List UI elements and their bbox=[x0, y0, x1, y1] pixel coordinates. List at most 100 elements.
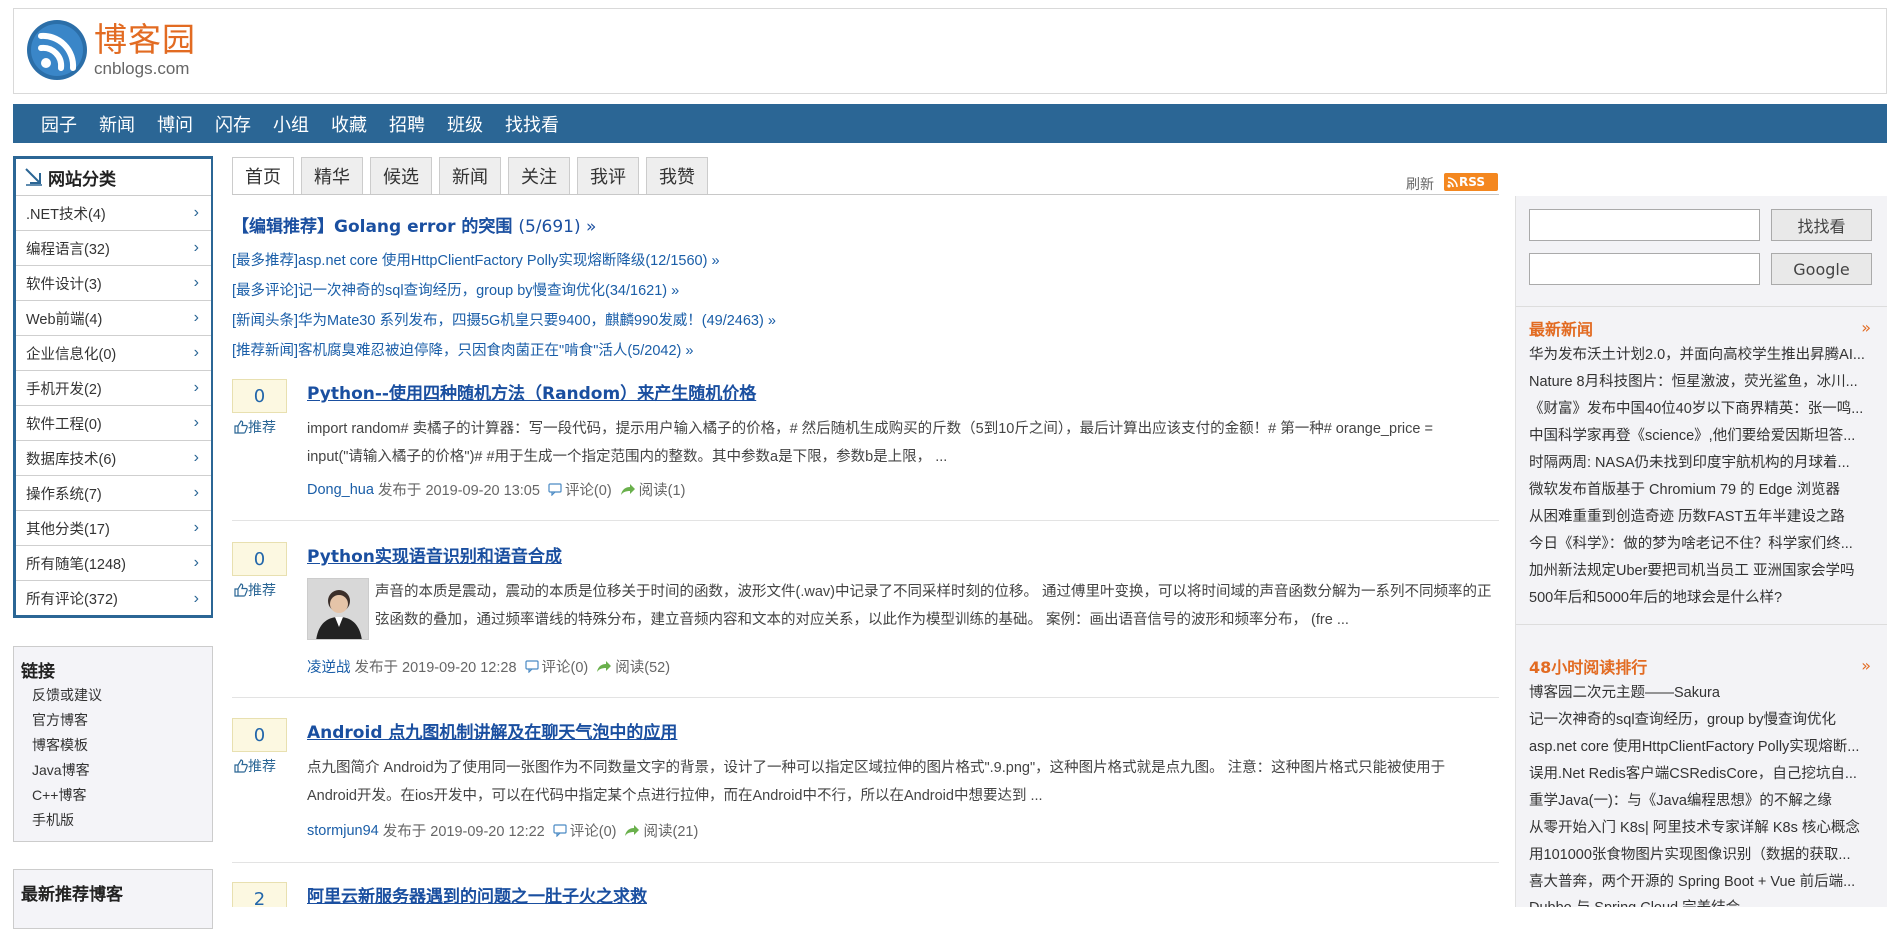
category-item[interactable]: 企业信息化(0) › bbox=[16, 336, 211, 371]
nav-item-favorites[interactable]: 收藏 bbox=[331, 111, 367, 137]
post-title[interactable]: 阿里云新服务器遇到的问题之一肚子火之求救 bbox=[307, 882, 647, 907]
category-item[interactable]: 软件设计(3) › bbox=[16, 266, 211, 301]
pick-link[interactable]: [推荐新闻]客机腐臭难忍被迫停降，只因食肉菌正在"啃食"活人(5/2042) » bbox=[232, 339, 693, 360]
category-item[interactable]: Web前端(4) › bbox=[16, 301, 211, 336]
post-author[interactable]: Dong_hua bbox=[307, 482, 374, 498]
recommend-button[interactable]: 推荐 bbox=[232, 417, 287, 437]
links-panel: 链接 反馈或建议 官方博客 博客模板 Java博客 C++博客 手机版 bbox=[13, 646, 213, 842]
category-item[interactable]: 所有随笔(1248) › bbox=[16, 546, 211, 581]
pick-link[interactable]: [新闻头条]华为Mate30 系列发布，四摄5G机皇只要9400，麒麟990发威… bbox=[232, 309, 776, 330]
comment-link[interactable]: 评论(0) bbox=[548, 479, 612, 500]
nav-item-flash[interactable]: 闪存 bbox=[215, 111, 251, 137]
category-item[interactable]: 操作系统(7) › bbox=[16, 476, 211, 511]
news-item[interactable]: 加州新法规定Uber要把司机当员工 亚洲国家会学吗 bbox=[1529, 559, 1874, 580]
chevron-right-icon: › bbox=[193, 379, 199, 396]
recommend-button[interactable]: 推荐 bbox=[232, 756, 287, 776]
link-item[interactable]: 博客模板 bbox=[14, 733, 212, 758]
read-link[interactable]: 阅读(21) bbox=[624, 820, 698, 841]
chevron-right-icon: › bbox=[193, 204, 199, 221]
tab-following[interactable]: 关注 bbox=[508, 157, 570, 194]
category-item[interactable]: 所有评论(372) › bbox=[16, 581, 211, 616]
pick-link[interactable]: [最多评论]记一次神奇的sql查询经历，group by慢查询优化(34/162… bbox=[232, 279, 679, 300]
tab-featured[interactable]: 精华 bbox=[301, 157, 363, 194]
editor-pick-headline[interactable]: 【编辑推荐】Golang error 的突围 (5/691) » bbox=[232, 212, 596, 237]
link-item[interactable]: 官方博客 bbox=[14, 708, 212, 733]
pick-link[interactable]: [最多推荐]asp.net core 使用HttpClientFactory P… bbox=[232, 249, 720, 270]
news-item[interactable]: 华为发布沃土计划2.0，并面向高校学生推出昇腾AI... bbox=[1529, 343, 1874, 364]
read-link[interactable]: 阅读(1) bbox=[620, 479, 686, 500]
site-search-button[interactable]: 找找看 bbox=[1771, 209, 1872, 241]
author-avatar[interactable] bbox=[307, 578, 369, 640]
recommended-blogs-panel: 最新推荐博客 bbox=[13, 869, 213, 929]
news-item[interactable]: 《财富》发布中国40位40岁以下商界精英：张一鸣... bbox=[1529, 397, 1874, 418]
latest-news-more[interactable]: » bbox=[1861, 318, 1871, 337]
post-footer: stormjun94 发布于 2019-09-20 12:22 评论(0) 阅读… bbox=[307, 820, 698, 841]
post-author[interactable]: 凌逆战 bbox=[307, 656, 351, 677]
top48-item[interactable]: asp.net core 使用HttpClientFactory Polly实现… bbox=[1529, 735, 1874, 756]
comment-icon bbox=[553, 824, 567, 837]
top48-item[interactable]: 喜大普奔，两个开源的 Spring Boot + Vue 前后端... bbox=[1529, 870, 1874, 891]
rss-button[interactable]: RSS bbox=[1444, 173, 1498, 191]
news-item[interactable]: 今日《科学》：做的梦为啥老记不住？科学家们终... bbox=[1529, 532, 1874, 553]
post-title[interactable]: Python实现语音识别和语音合成 bbox=[307, 542, 562, 567]
category-item[interactable]: 手机开发(2) › bbox=[16, 371, 211, 406]
read-link[interactable]: 阅读(52) bbox=[596, 656, 670, 677]
refresh-link[interactable]: 刷新 bbox=[1406, 174, 1434, 194]
category-item[interactable]: 软件工程(0) › bbox=[16, 406, 211, 441]
category-item[interactable]: 数据库技术(6) › bbox=[16, 441, 211, 476]
news-item[interactable]: 500年后和5000年后的地球会是什么样? bbox=[1529, 586, 1874, 607]
top48-item[interactable]: 从零开始入门 K8s| 阿里技术专家详解 K8s 核心概念 bbox=[1529, 816, 1874, 837]
site-search-input[interactable] bbox=[1529, 209, 1760, 241]
top48-item[interactable]: 用101000张食物图片实现图像识别（数据的获取... bbox=[1529, 843, 1874, 864]
nav-item-search[interactable]: 找找看 bbox=[505, 111, 559, 137]
site-logo[interactable]: 博客园 cnblogs.com bbox=[26, 19, 196, 81]
nav-item-classes[interactable]: 班级 bbox=[447, 111, 483, 137]
tab-my-likes[interactable]: 我赞 bbox=[646, 157, 708, 194]
top48-item[interactable]: 记一次神奇的sql查询经历，group by慢查询优化 bbox=[1529, 708, 1874, 729]
top48-item[interactable]: 博客园二次元主题——Sakura bbox=[1529, 681, 1874, 702]
comment-count: 评论(0) bbox=[541, 660, 589, 676]
post-title[interactable]: Python--使用四种随机方法（Random）来产生随机价格 bbox=[307, 379, 756, 404]
comment-link[interactable]: 评论(0) bbox=[524, 656, 589, 677]
nav-item-yuanzi[interactable]: 园子 bbox=[41, 111, 77, 137]
tab-home[interactable]: 首页 bbox=[232, 157, 294, 194]
person-photo-icon bbox=[308, 579, 368, 639]
read-count: 阅读(1) bbox=[638, 483, 686, 499]
tab-news[interactable]: 新闻 bbox=[439, 157, 501, 194]
news-item[interactable]: 从困难重重到创造奇迹 历数FAST五年半建设之路 bbox=[1529, 505, 1874, 526]
category-item[interactable]: 其他分类(17) › bbox=[16, 511, 211, 546]
google-search-button[interactable]: Google bbox=[1771, 253, 1872, 285]
link-item[interactable]: C++博客 bbox=[14, 783, 212, 808]
top48-item[interactable]: 误用.Net Redis客户端CSRedisCore，自己挖坑自... bbox=[1529, 762, 1874, 783]
recommend-button[interactable]: 推荐 bbox=[232, 580, 287, 600]
nav-item-questions[interactable]: 博问 bbox=[157, 111, 193, 137]
category-item-label: Web前端(4) bbox=[26, 311, 103, 328]
category-item[interactable]: .NET技术(4) › bbox=[16, 196, 211, 231]
top48-item[interactable]: 重学Java(一)：与《Java编程思想》的不解之缘 bbox=[1529, 789, 1874, 810]
nav-item-news[interactable]: 新闻 bbox=[99, 111, 135, 137]
post-item: 2 阿里云新服务器遇到的问题之一肚子火之求救 bbox=[232, 882, 1499, 907]
top48-more[interactable]: » bbox=[1861, 656, 1871, 675]
right-sidebar: 找找看 Google 最新新闻 » 华为发布沃土计划2.0，并面向高校学生推出昇… bbox=[1515, 196, 1887, 907]
comment-link[interactable]: 评论(0) bbox=[553, 820, 616, 841]
digg-count: 0 bbox=[232, 379, 287, 413]
post-footer: 凌逆战 发布于 2019-09-20 12:28 评论(0) 阅读(52) bbox=[307, 656, 670, 677]
link-item[interactable]: 反馈或建议 bbox=[14, 683, 212, 708]
link-item[interactable]: Java博客 bbox=[14, 758, 212, 783]
news-item[interactable]: 中国科学家再登《science》,他们要给爱因斯坦答... bbox=[1529, 424, 1874, 445]
category-title-text: 网站分类 bbox=[48, 169, 116, 190]
news-item[interactable]: 微软发布首版基于 Chromium 79 的 Edge 浏览器 bbox=[1529, 478, 1874, 499]
tab-candidates[interactable]: 候选 bbox=[370, 157, 432, 194]
nav-item-jobs[interactable]: 招聘 bbox=[389, 111, 425, 137]
post-author[interactable]: stormjun94 bbox=[307, 823, 379, 839]
tab-my-comments[interactable]: 我评 bbox=[577, 157, 639, 194]
top48-item[interactable]: Dubbo 与 Spring Cloud 完美结合 bbox=[1529, 896, 1874, 907]
post-date: 发布于 2019-09-20 13:05 bbox=[377, 483, 540, 499]
post-title[interactable]: Android 点九图机制讲解及在聊天气泡中的应用 bbox=[307, 718, 677, 743]
news-item[interactable]: 时隔两周: NASA仍未找到印度宇航机构的月球着... bbox=[1529, 451, 1874, 472]
category-item[interactable]: 编程语言(32) › bbox=[16, 231, 211, 266]
nav-item-groups[interactable]: 小组 bbox=[273, 111, 309, 137]
link-item[interactable]: 手机版 bbox=[14, 808, 212, 833]
news-item[interactable]: Nature 8月科技图片：恒星激波，荧光鲨鱼，冰川... bbox=[1529, 370, 1874, 391]
google-search-input[interactable] bbox=[1529, 253, 1760, 285]
